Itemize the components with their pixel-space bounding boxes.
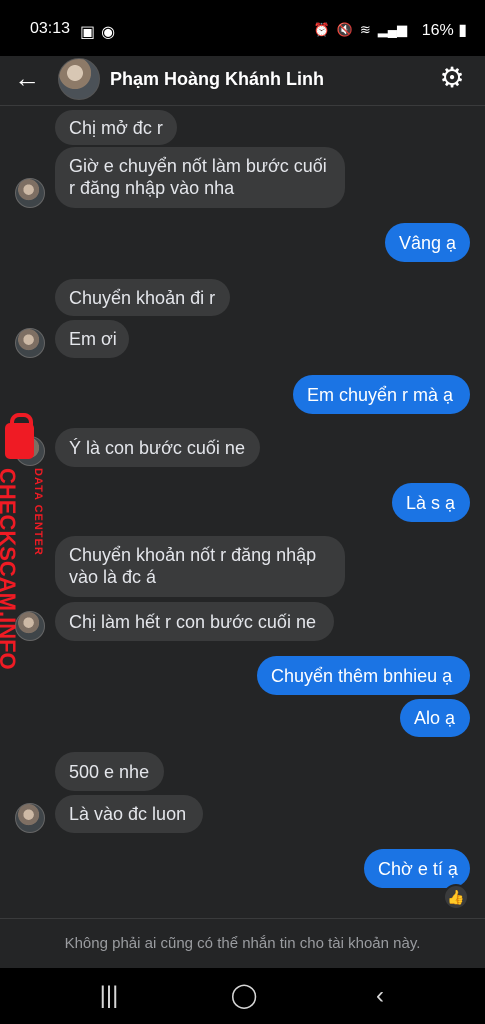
message-bubble-outgoing[interactable]: Em chuyển r mà ạ	[293, 375, 470, 414]
nav-back-button[interactable]: ‹	[362, 980, 398, 1012]
message-bubble-incoming[interactable]: Chị làm hết r con bước cuối ne	[55, 602, 334, 641]
wifi-icon: ≋	[359, 22, 371, 37]
message-bubble-incoming[interactable]: Là vào đc luon	[55, 795, 203, 833]
image-icon: ▣	[80, 24, 96, 41]
home-icon: ◯	[230, 982, 258, 1009]
recent-apps-button[interactable]: |||	[91, 980, 127, 1012]
settings-button[interactable]: ⚙	[437, 64, 467, 94]
arrow-left-icon: ←	[14, 63, 40, 93]
watermark-sub-text: DATA CENTER	[32, 468, 44, 556]
chevron-left-icon: ‹	[376, 982, 384, 1009]
contact-mini-avatar	[15, 328, 45, 358]
message-bubble-outgoing[interactable]: Là s ạ	[392, 483, 470, 522]
lock-icon	[5, 413, 34, 459]
message-bubble-incoming[interactable]: Em ơi	[55, 320, 129, 358]
message-bubble-incoming[interactable]: 500 e nhe	[55, 752, 164, 791]
message-bubble-incoming[interactable]: Giờ e chuyển nốt làm bước cuối r đăng nh…	[55, 147, 345, 208]
thumbs-up-icon: 👍	[447, 889, 465, 905]
recent-apps-icon: |||	[99, 982, 119, 1009]
signal-icon: ▂▄▆	[377, 22, 407, 37]
message-bubble-outgoing[interactable]: Alo ạ	[400, 699, 470, 737]
message-bubble-incoming[interactable]: Chuyển khoản đi r	[55, 279, 230, 316]
message-bubble-incoming[interactable]: Ý là con bước cuối ne	[55, 428, 260, 467]
messaging-restriction-notice: Không phải ai cũng có thể nhắn tin cho t…	[0, 918, 485, 968]
system-navigation-bar: ||| ◯ ‹	[0, 968, 485, 1024]
mute-icon: 🔇	[336, 22, 353, 37]
system-icons: ⏰ 🔇 ≋ ▂▄▆	[314, 22, 408, 38]
contact-mini-avatar	[15, 178, 45, 208]
battery-indicator: 16% ▮	[421, 22, 467, 39]
watermark-main-text: CHECKSCAM.INFO	[0, 468, 20, 670]
reaction-badge[interactable]: 👍	[443, 884, 469, 910]
back-button[interactable]: ←	[14, 64, 44, 94]
gear-icon: ⚙	[439, 62, 465, 93]
chat-header: ← Phạm Hoàng Khánh Linh ⚙	[0, 56, 485, 106]
message-bubble-outgoing[interactable]: Vâng ạ	[385, 223, 470, 262]
status-time: 03:13	[30, 20, 71, 37]
contact-mini-avatar	[15, 803, 45, 833]
message-bubble-incoming[interactable]: Chuyển khoản nốt r đăng nhập vào là đc á	[55, 536, 345, 597]
contact-name[interactable]: Phạm Hoàng Khánh Linh	[110, 69, 324, 90]
message-bubble-outgoing[interactable]: Chuyển thêm bnhieu ạ	[257, 656, 470, 695]
home-button[interactable]: ◯	[226, 980, 262, 1012]
message-bubble-incoming[interactable]: Chị mở đc r	[55, 110, 177, 145]
alarm-icon: ⏰	[313, 22, 330, 37]
battery-icon: ▮	[458, 22, 467, 39]
message-bubble-outgoing[interactable]: Chờ e tí ạ	[364, 849, 470, 888]
status-bar: 03:13 ▣ ◉ ⏰ 🔇 ≋ ▂▄▆ 16% ▮	[0, 0, 485, 56]
checkscam-watermark: CHECKSCAM.INFO DATA CENTER	[0, 413, 46, 670]
notification-icons: ▣ ◉	[80, 22, 115, 42]
messenger-icon: ◉	[101, 24, 116, 41]
message-list: Chị mở đc r Giờ e chuyển nốt làm bước cu…	[0, 106, 485, 918]
contact-avatar[interactable]	[58, 58, 100, 100]
